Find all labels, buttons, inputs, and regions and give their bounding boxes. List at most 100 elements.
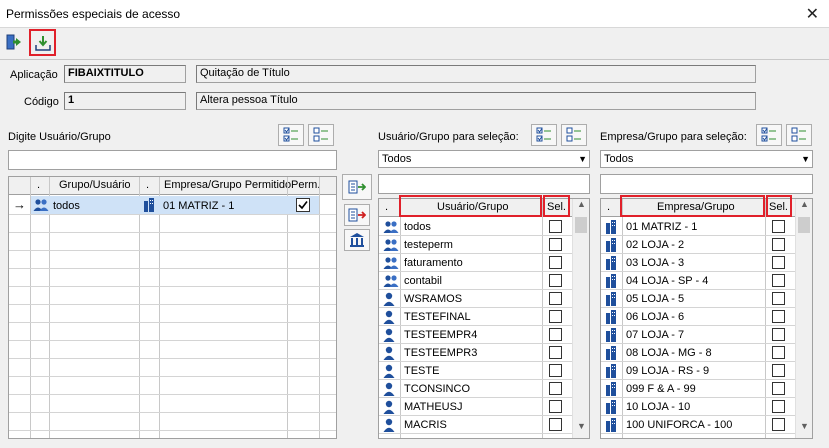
list-item[interactable]: 099 F & A - 99	[601, 380, 796, 398]
checklist-all-icon	[536, 127, 551, 142]
scroll-down-icon[interactable]: ▼	[796, 421, 812, 438]
scroll-up-icon[interactable]: ▲	[573, 199, 589, 216]
bank-button[interactable]	[344, 229, 370, 251]
select-checkbox[interactable]	[549, 256, 562, 269]
select-checkbox[interactable]	[772, 238, 785, 251]
user-name: testeperm	[404, 239, 453, 251]
user-name: MATHEUSJ	[404, 401, 463, 413]
user-name: TCONSINCO	[404, 383, 470, 395]
left-panel-label: Digite Usuário/Grupo	[8, 131, 111, 143]
scroll-down-icon[interactable]: ▼	[573, 421, 589, 438]
user-list-scrollbar[interactable]: ▲ ▼	[572, 199, 589, 438]
user-name: todos	[404, 221, 431, 233]
list-item[interactable]: TESTEFINAL	[379, 308, 573, 326]
select-checkbox[interactable]	[772, 292, 785, 305]
select-checkbox[interactable]	[772, 256, 785, 269]
select-checkbox[interactable]	[549, 274, 562, 287]
scroll-thumb[interactable]	[798, 217, 810, 233]
codigo-label: Código	[24, 96, 59, 108]
scroll-up-icon[interactable]: ▲	[796, 199, 812, 216]
select-checkbox[interactable]	[772, 418, 785, 431]
exit-button[interactable]	[3, 31, 25, 53]
user-sel-col-highlight	[543, 195, 570, 217]
list-item[interactable]: 03 LOJA - 3	[601, 254, 796, 272]
select-checkbox[interactable]	[772, 382, 785, 395]
user-select-all-button[interactable]	[531, 124, 557, 146]
left-select-all-button[interactable]	[278, 124, 304, 146]
select-checkbox[interactable]	[772, 400, 785, 413]
list-item[interactable]: MACRIS	[379, 416, 573, 434]
user-search-input[interactable]	[378, 174, 590, 194]
user-col-dot-header: .	[385, 201, 389, 213]
toolbar-divider	[0, 59, 829, 60]
list-item[interactable]: TESTEEMPR4	[379, 326, 573, 344]
user-filter-value: Todos	[382, 153, 412, 165]
select-checkbox[interactable]	[549, 346, 562, 359]
col-dot2-header: .	[146, 179, 150, 191]
list-item[interactable]: TESTEEMPR3	[379, 344, 573, 362]
select-checkbox[interactable]	[772, 274, 785, 287]
list-item[interactable]: WSRAMOS	[379, 290, 573, 308]
select-checkbox[interactable]	[549, 310, 562, 323]
list-item[interactable]: TESTE	[379, 362, 573, 380]
list-item[interactable]: 10 LOJA - 10	[601, 398, 796, 416]
remove-permission-button[interactable]	[344, 204, 370, 226]
col-empresa-header[interactable]: Empresa/Grupo Permitido	[164, 179, 291, 191]
list-item[interactable]: contabil	[379, 272, 573, 290]
select-checkbox[interactable]	[549, 382, 562, 395]
list-item[interactable]: testeperm	[379, 236, 573, 254]
select-checkbox[interactable]	[549, 220, 562, 233]
user-group-search-input[interactable]	[8, 150, 337, 170]
list-item[interactable]: 05 LOJA - 5	[601, 290, 796, 308]
list-item[interactable]: faturamento	[379, 254, 573, 272]
col-perm-header[interactable]: Perm.	[291, 179, 320, 191]
aplicacao-description: Quitação de Título	[196, 65, 756, 83]
list-item[interactable]: 07 LOJA - 7	[601, 326, 796, 344]
list-item[interactable]: 08 LOJA - MG - 8	[601, 344, 796, 362]
export-button[interactable]	[29, 29, 56, 56]
building-icon	[143, 198, 155, 215]
list-item[interactable]: 06 LOJA - 6	[601, 308, 796, 326]
row-empresa: 01 MATRIZ - 1	[163, 200, 235, 212]
close-icon[interactable]: ✕	[806, 4, 819, 24]
list-item[interactable]: 100 UNIFORCA - 100	[601, 416, 796, 434]
company-select-all-button[interactable]	[756, 124, 782, 146]
select-checkbox[interactable]	[549, 364, 562, 377]
select-checkbox[interactable]	[549, 418, 562, 431]
list-item[interactable]: 02 LOJA - 2	[601, 236, 796, 254]
scroll-thumb[interactable]	[575, 217, 587, 233]
select-checkbox[interactable]	[549, 400, 562, 413]
select-checkbox[interactable]	[549, 292, 562, 305]
company-filter-value: Todos	[604, 153, 634, 165]
user-deselect-all-button[interactable]	[561, 124, 587, 146]
bank-icon	[350, 233, 364, 247]
company-filter-select[interactable]: Todos ▼	[600, 150, 813, 168]
company-search-input[interactable]	[600, 174, 813, 194]
list-item[interactable]: MATHEUSJ	[379, 398, 573, 416]
user-name: faturamento	[404, 257, 463, 269]
user-name: WSRAMOS	[404, 293, 463, 305]
permissions-grid: . Grupo/Usuário . Empresa/Grupo Permitid…	[8, 176, 337, 439]
company-list-scrollbar[interactable]: ▲ ▼	[795, 199, 812, 438]
select-checkbox[interactable]	[772, 346, 785, 359]
checklist-none-icon	[566, 127, 581, 142]
list-item[interactable]: 09 LOJA - RS - 9	[601, 362, 796, 380]
list-item[interactable]: 01 MATRIZ - 1	[601, 218, 796, 236]
add-permission-button[interactable]	[342, 174, 372, 200]
left-deselect-all-button[interactable]	[308, 124, 334, 146]
select-checkbox[interactable]	[772, 328, 785, 341]
company-panel-label: Empresa/Grupo para seleção:	[600, 131, 747, 143]
select-checkbox[interactable]	[772, 220, 785, 233]
select-checkbox[interactable]	[772, 364, 785, 377]
col-user-header[interactable]: Grupo/Usuário	[59, 179, 131, 191]
list-item[interactable]: todos	[379, 218, 573, 236]
perm-checkbox[interactable]	[296, 198, 310, 215]
company-name: 02 LOJA - 2	[626, 239, 685, 251]
select-checkbox[interactable]	[772, 310, 785, 323]
select-checkbox[interactable]	[549, 328, 562, 341]
user-filter-select[interactable]: Todos ▼	[378, 150, 590, 168]
list-item[interactable]: 04 LOJA - SP - 4	[601, 272, 796, 290]
company-deselect-all-button[interactable]	[786, 124, 812, 146]
select-checkbox[interactable]	[549, 238, 562, 251]
list-item[interactable]: TCONSINCO	[379, 380, 573, 398]
